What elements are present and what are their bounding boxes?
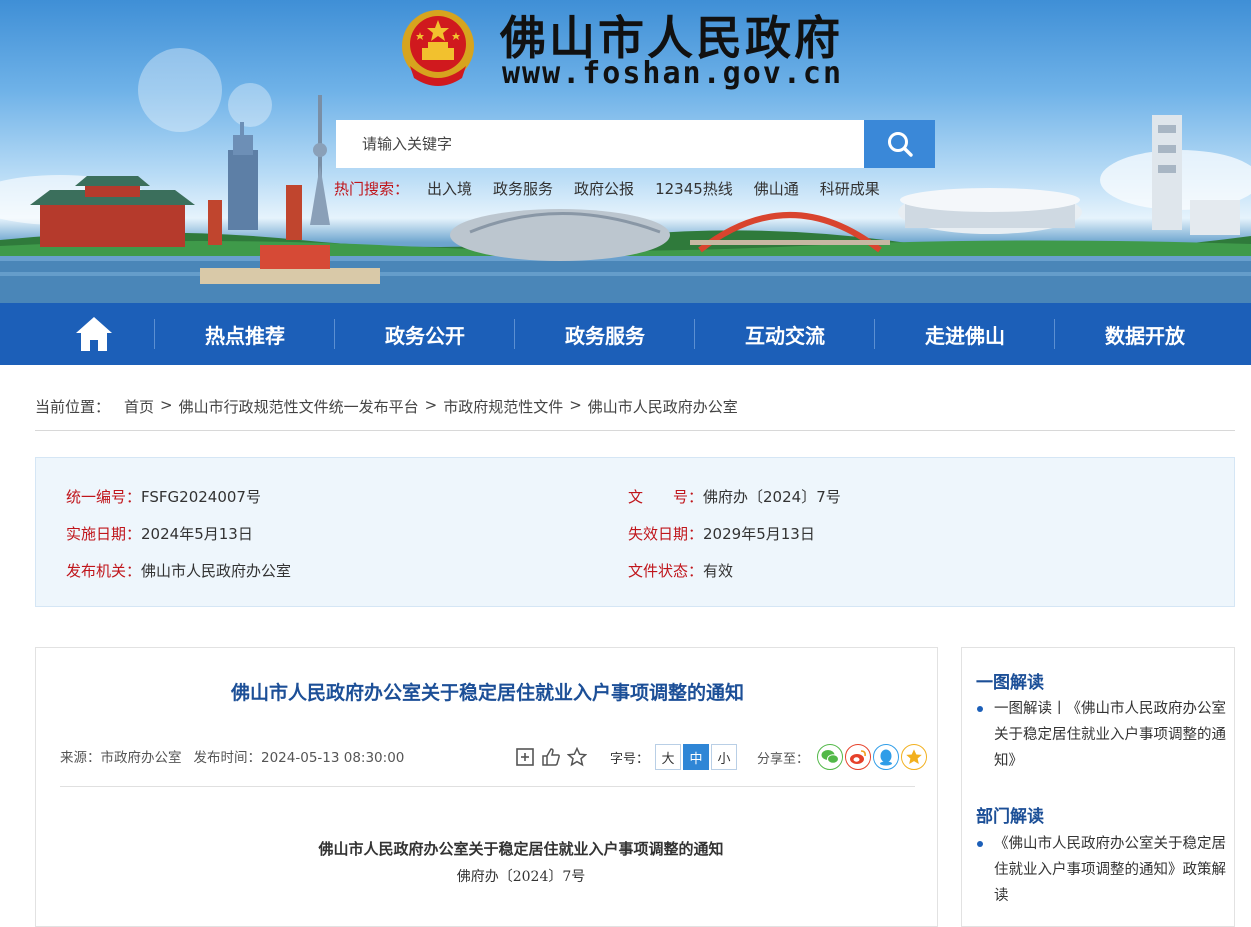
hot-search-item[interactable]: 佛山通 xyxy=(754,178,799,199)
article-publish-time: 发布时间：2024-05-13 08:30:00 xyxy=(193,750,405,766)
meta-key: 发布机关： xyxy=(66,562,142,580)
divider xyxy=(35,430,1235,431)
national-emblem-icon xyxy=(402,10,474,86)
article-source: 来源：市政府办公室 xyxy=(60,750,182,766)
home-icon[interactable] xyxy=(74,315,114,353)
meta-value: 有效 xyxy=(703,562,734,580)
breadcrumb-link[interactable]: 首页 xyxy=(124,396,154,417)
breadcrumb-link[interactable]: 市政府规范性文件 xyxy=(443,396,563,417)
nav-item-gov-service[interactable]: 政务服务 xyxy=(515,303,695,365)
document-meta-box: 统一编号：FSFG2024007号 文 号：佛府办〔2024〕7号 实施日期：2… xyxy=(35,457,1235,607)
font-size-label: 字号： xyxy=(610,751,650,767)
article-toolbar: 字号： 大 中 小 分享至： xyxy=(514,744,928,770)
font-size-small-button[interactable]: 小 xyxy=(711,744,738,770)
meta-issuer: 发布机关：佛山市人民政府办公室 xyxy=(66,560,291,581)
thumbs-up-icon xyxy=(542,748,560,766)
wechat-icon xyxy=(821,750,840,764)
qq-icon xyxy=(880,749,893,766)
hot-search-item[interactable]: 12345热线 xyxy=(655,178,733,199)
star-icon xyxy=(567,747,587,767)
sidebar-link[interactable]: 一图解读丨《佛山市人民政府办公室关于稳定居住就业入户事项调整的通知》 xyxy=(976,696,1226,774)
breadcrumb-separator: > xyxy=(424,396,438,414)
qzone-star-icon xyxy=(906,749,922,765)
favorite-button[interactable] xyxy=(566,746,588,768)
share-wechat-button[interactable] xyxy=(817,744,844,770)
hot-search-bar: 热门搜索： 出入境 政务服务 政府公报 12345热线 佛山通 科研成果 xyxy=(334,178,901,199)
breadcrumb-link[interactable]: 佛山市行政规范性文件统一发布平台 xyxy=(179,396,419,417)
share-qq-button[interactable] xyxy=(873,744,900,770)
nav-item-hot[interactable]: 热点推荐 xyxy=(155,303,335,365)
meta-unified-no: 统一编号：FSFG2024007号 xyxy=(66,486,261,507)
sidebar-heading-infographic: 一图解读 xyxy=(976,673,1044,693)
meta-key: 文 号： xyxy=(628,488,704,506)
document-title: 佛山市人民政府办公室关于稳定居住就业入户事项调整的通知 xyxy=(318,840,724,858)
header-banner: 佛山市人民政府 www.foshan.gov.cn 热门搜索： 出入境 政务服务… xyxy=(0,0,1251,303)
search-input[interactable] xyxy=(336,120,864,168)
meta-key: 文件状态： xyxy=(628,562,704,580)
meta-value: 2029年5月13日 xyxy=(703,525,815,543)
hot-search-item[interactable]: 政务服务 xyxy=(493,178,553,199)
meta-value: 佛山市人民政府办公室 xyxy=(141,562,292,580)
search-button[interactable] xyxy=(864,120,935,168)
font-size-large-button[interactable]: 大 xyxy=(655,744,682,770)
share-label: 分享至： xyxy=(757,751,810,767)
breadcrumb-separator: > xyxy=(160,396,173,414)
breadcrumb-label: 当前位置： xyxy=(35,398,111,416)
meta-status: 文件状态：有效 xyxy=(628,560,733,581)
main-nav: 热点推荐 政务公开 政务服务 互动交流 走进佛山 数据开放 xyxy=(0,303,1251,365)
meta-value: 佛府办〔2024〕7号 xyxy=(703,488,841,506)
meta-key: 统一编号： xyxy=(66,488,142,506)
font-size-medium-button[interactable]: 中 xyxy=(683,744,710,770)
breadcrumb-link[interactable]: 佛山市人民政府办公室 xyxy=(588,396,738,417)
hot-search-label: 热门搜索： xyxy=(334,180,410,198)
search-icon xyxy=(887,132,913,157)
article-title: 佛山市人民政府办公室关于稳定居住就业入户事项调整的通知 xyxy=(230,682,744,704)
share-qzone-button[interactable] xyxy=(901,744,928,770)
divider xyxy=(60,786,915,787)
meta-doc-no: 文 号：佛府办〔2024〕7号 xyxy=(628,486,841,507)
sidebar-heading-department: 部门解读 xyxy=(976,807,1044,827)
article-panel: 佛山市人民政府办公室关于稳定居住就业入户事项调整的通知 来源：市政府办公室 发布… xyxy=(35,647,938,927)
hot-search-item[interactable]: 出入境 xyxy=(427,178,472,199)
breadcrumb-separator: > xyxy=(569,396,582,414)
meta-key: 失效日期： xyxy=(628,525,704,543)
hot-search-item[interactable]: 科研成果 xyxy=(820,178,880,199)
bookmark-button[interactable] xyxy=(514,746,536,768)
meta-key: 实施日期： xyxy=(66,525,142,543)
share-weibo-button[interactable] xyxy=(845,744,872,770)
nav-item-gov-open[interactable]: 政务公开 xyxy=(335,303,515,365)
sidebar-link[interactable]: 《佛山市人民政府办公室关于稳定居住就业入户事项调整的通知》政策解读 xyxy=(976,831,1226,909)
article-info: 来源：市政府办公室 发布时间：2024-05-13 08:30:00 xyxy=(60,746,404,766)
weibo-icon xyxy=(850,750,866,764)
nav-item-foshan[interactable]: 走进佛山 xyxy=(875,303,1055,365)
meta-effective-date: 实施日期：2024年5月13日 xyxy=(66,523,253,544)
nav-item-open-data[interactable]: 数据开放 xyxy=(1055,303,1235,365)
meta-value: 2024年5月13日 xyxy=(141,525,253,543)
like-button[interactable] xyxy=(540,746,562,768)
interpretation-sidebar: 一图解读 一图解读丨《佛山市人民政府办公室关于稳定居住就业入户事项调整的通知》 … xyxy=(961,647,1235,927)
document-number: 佛府办〔2024〕7号 xyxy=(456,869,586,885)
breadcrumb: 当前位置： 首页 > 佛山市行政规范性文件统一发布平台 > 市政府规范性文件 >… xyxy=(35,396,738,417)
bookmark-add-icon xyxy=(516,748,534,766)
meta-value: FSFG2024007号 xyxy=(141,488,261,506)
site-url: www.foshan.gov.cn xyxy=(502,56,844,91)
nav-item-interaction[interactable]: 互动交流 xyxy=(695,303,875,365)
meta-expiry-date: 失效日期：2029年5月13日 xyxy=(628,523,815,544)
hot-search-item[interactable]: 政府公报 xyxy=(574,178,634,199)
